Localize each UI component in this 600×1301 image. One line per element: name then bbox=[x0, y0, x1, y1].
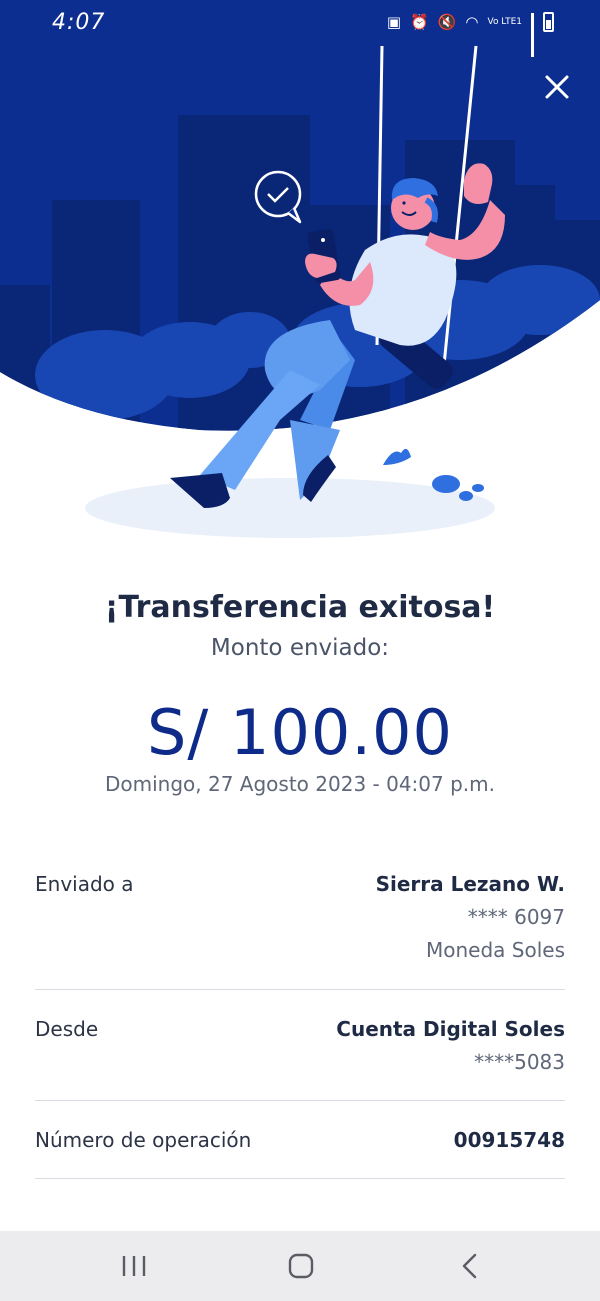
from-label: Desde bbox=[35, 1017, 99, 1041]
transfer-details: Enviado a Sierra Lezano W. **** 6097 Mon… bbox=[35, 860, 565, 1179]
volte-label: Vo LTE1 bbox=[487, 16, 522, 27]
detail-row-sent-to: Enviado a Sierra Lezano W. **** 6097 Mon… bbox=[35, 860, 565, 990]
mute-icon: 🔇 bbox=[437, 13, 457, 31]
amount-value: S/ 100.00 bbox=[147, 696, 453, 769]
operation-label: Número de operación bbox=[35, 1128, 252, 1152]
recent-apps-button[interactable] bbox=[114, 1249, 154, 1283]
recipient-account: **** 6097 bbox=[467, 905, 565, 929]
wifi-icon: ◠ bbox=[465, 13, 479, 31]
detail-row-operation: Número de operación 00915748 bbox=[35, 1101, 565, 1179]
lock-notification-icon: ▣ bbox=[386, 13, 402, 31]
home-button[interactable] bbox=[281, 1249, 321, 1283]
success-illustration bbox=[0, 0, 600, 560]
alarm-icon: ⏰ bbox=[410, 13, 429, 31]
swing-illustration bbox=[0, 0, 600, 538]
battery-icon bbox=[543, 12, 554, 32]
transfer-datetime: Domingo, 27 Agosto 2023 - 04:07 p.m. bbox=[105, 772, 495, 796]
signal-icon bbox=[531, 13, 534, 57]
source-account-number: ****5083 bbox=[474, 1050, 565, 1074]
back-button[interactable] bbox=[450, 1249, 490, 1283]
home-icon bbox=[288, 1253, 314, 1279]
recipient-currency: Moneda Soles bbox=[426, 938, 565, 962]
amount-caption: Monto enviado: bbox=[210, 635, 390, 661]
detail-row-from: Desde Cuenta Digital Soles ****5083 bbox=[35, 990, 565, 1101]
close-icon bbox=[545, 75, 569, 99]
recent-apps-icon bbox=[122, 1256, 146, 1276]
back-icon bbox=[462, 1253, 477, 1279]
sent-to-label: Enviado a bbox=[35, 872, 134, 896]
system-nav-bar bbox=[0, 1231, 600, 1301]
page-title: ¡Transferencia exitosa! bbox=[104, 590, 496, 625]
source-account-name: Cuenta Digital Soles bbox=[336, 1017, 565, 1041]
close-button[interactable] bbox=[540, 70, 574, 104]
status-bar: 4:07 ▣ ⏰ 🔇 ◠ Vo LTE1 bbox=[0, 0, 600, 57]
from-values: Cuenta Digital Soles ****5083 bbox=[35, 990, 565, 1079]
status-time: 4:07 bbox=[52, 10, 106, 35]
status-icons: ▣ ⏰ 🔇 ◠ Vo LTE1 bbox=[386, 12, 554, 57]
